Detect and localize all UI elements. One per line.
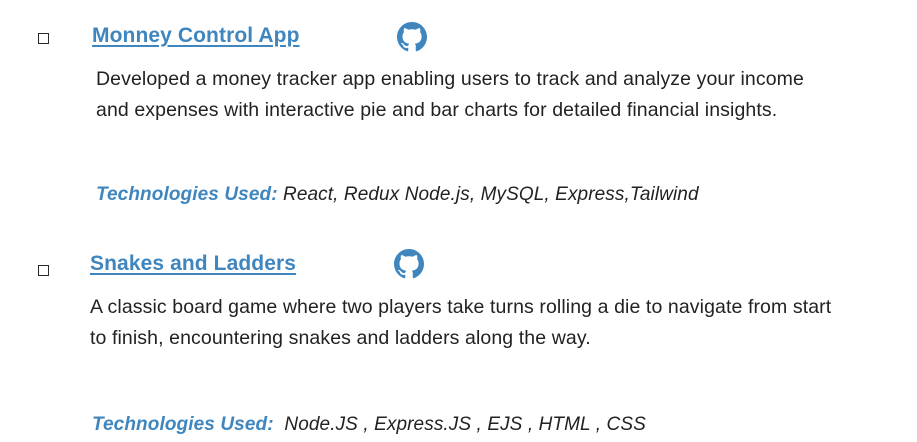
project-title-link[interactable]: Monney Control App [92,24,300,48]
technologies-used: Technologies Used: React, Redux Node.js,… [96,184,699,206]
technologies-list: Node.JS , Express.JS , EJS , HTML , CSS [273,414,646,435]
technologies-label: Technologies Used: [96,184,278,205]
project-description: A classic board game where two players t… [90,296,832,349]
github-icon[interactable] [397,22,427,52]
project-title-link[interactable]: Snakes and Ladders [90,252,296,276]
bullet-checkbox-icon [38,265,49,276]
project-description: Developed a money tracker app enabling u… [96,68,804,121]
github-icon[interactable] [394,249,424,279]
technologies-list: React, Redux Node.js, MySQL, Express,Tai… [277,184,699,205]
technologies-used: Technologies Used: Node.JS , Express.JS … [92,414,646,436]
technologies-label: Technologies Used: [92,414,274,435]
bullet-checkbox-icon [38,33,49,44]
